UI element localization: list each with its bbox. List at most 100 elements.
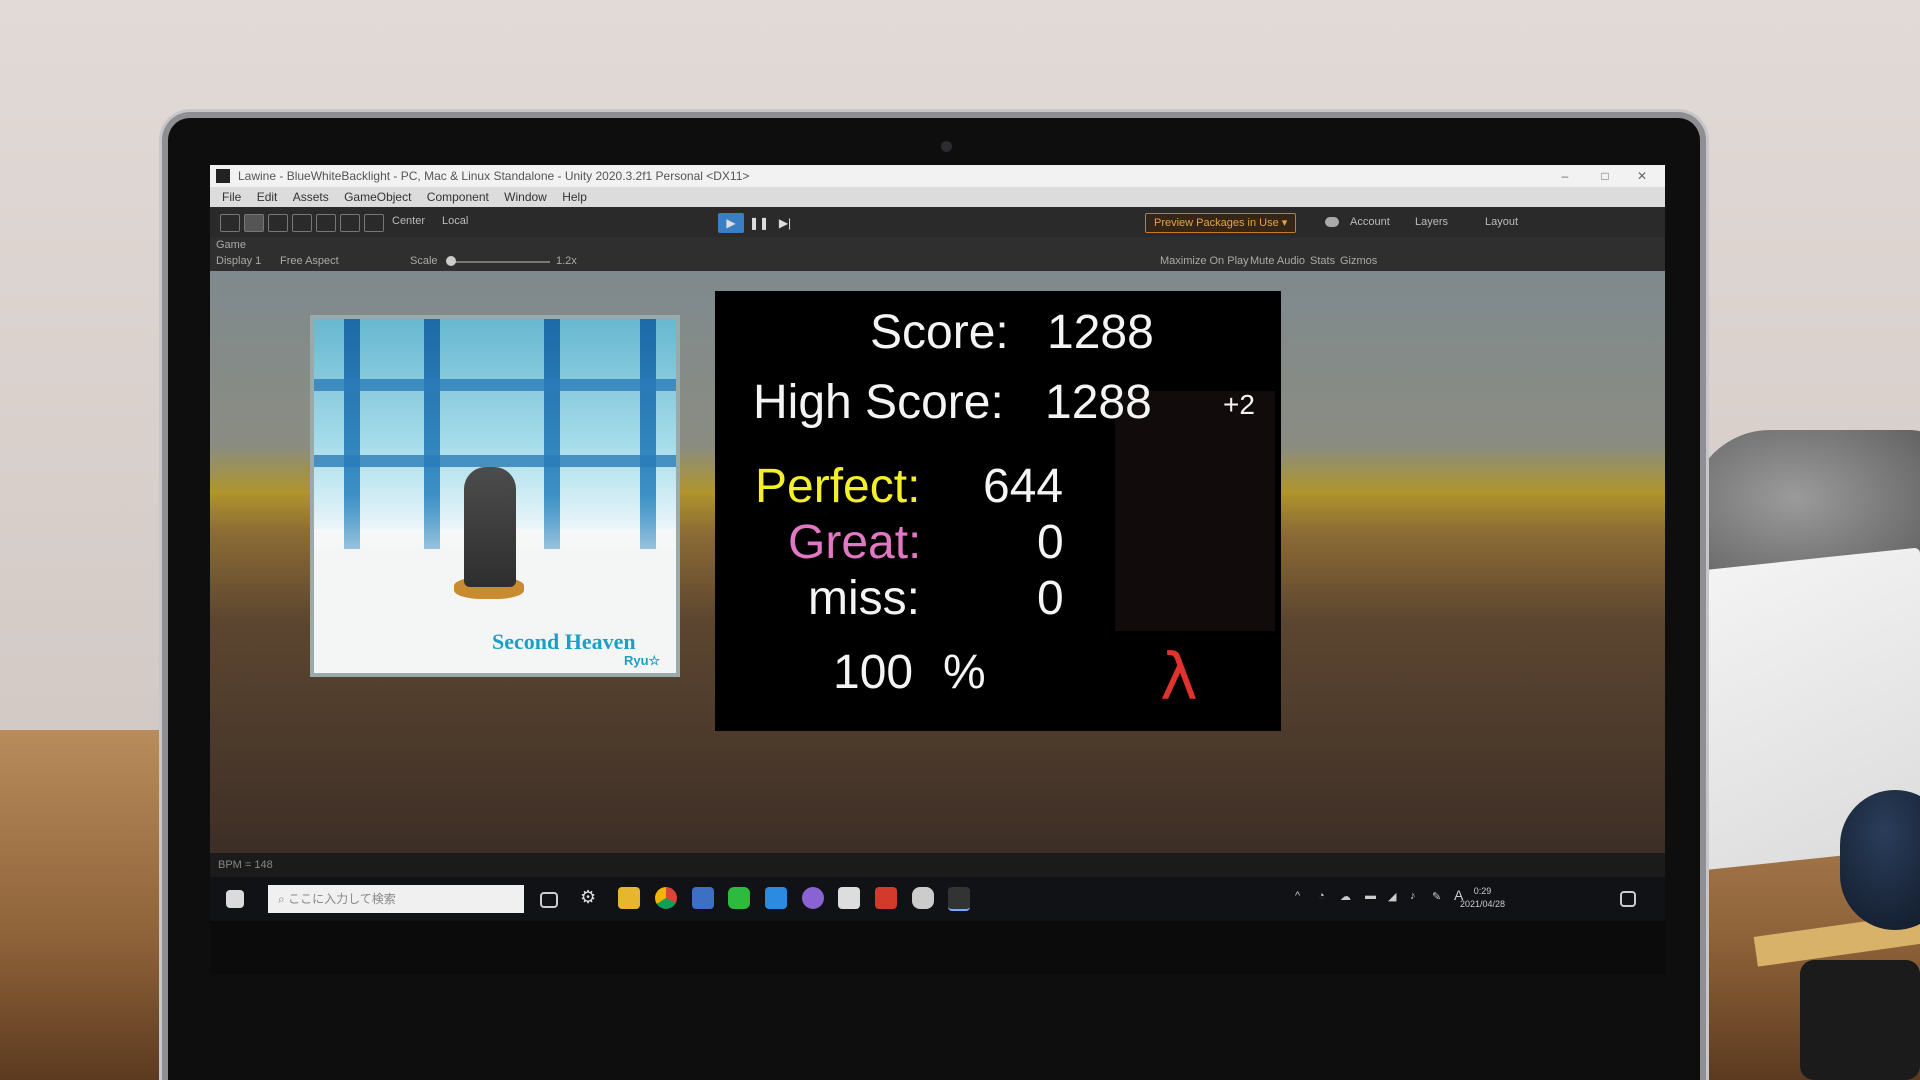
file-explorer-icon[interactable] bbox=[618, 887, 640, 909]
move-tool-icon[interactable] bbox=[244, 214, 264, 232]
unity-editor-icon[interactable] bbox=[948, 887, 970, 911]
great-label: Great: bbox=[788, 516, 922, 569]
cover-title: Second Heaven bbox=[492, 629, 636, 654]
tray-chevron-icon[interactable]: ^ bbox=[1295, 890, 1300, 902]
hand-tool-icon[interactable] bbox=[220, 214, 240, 232]
great-count: 0 bbox=[1037, 516, 1064, 569]
console-status-bar: BPM = 148 bbox=[210, 853, 1665, 877]
tray-network-icon[interactable]: ◔ bbox=[1318, 890, 1325, 902]
windows-taskbar: ⌕ ここに入力して検索 ⚙ ^ ◔ ☁ ▬ ◢ ♪ ✎ A 0:29 2021/… bbox=[210, 877, 1665, 921]
tray-wifi-icon[interactable]: ◢ bbox=[1388, 890, 1396, 903]
menu-file[interactable]: File bbox=[222, 190, 241, 204]
tray-folder-icon[interactable]: ▬ bbox=[1365, 890, 1376, 902]
rotate-tool-icon[interactable] bbox=[268, 214, 288, 232]
preview-packages-button[interactable]: Preview Packages in Use ▾ bbox=[1145, 213, 1297, 233]
display-dropdown[interactable]: Display 1 bbox=[216, 255, 261, 267]
task-view-icon[interactable] bbox=[540, 892, 558, 908]
scale-slider-knob[interactable] bbox=[446, 256, 456, 266]
maximize-on-play-toggle[interactable]: Maximize On Play bbox=[1160, 255, 1249, 267]
notification-icon[interactable] bbox=[1620, 891, 1636, 907]
scale-tool-icon[interactable] bbox=[292, 214, 312, 232]
cloud-icon[interactable] bbox=[1325, 217, 1339, 227]
minimize-icon[interactable]: – bbox=[1545, 165, 1585, 187]
pause-button[interactable]: ❚❚ bbox=[746, 213, 772, 233]
miss-count: 0 bbox=[1037, 572, 1064, 625]
aspect-dropdown[interactable]: Free Aspect bbox=[280, 255, 339, 267]
accuracy-value: 100 bbox=[833, 646, 914, 699]
line-icon[interactable] bbox=[728, 887, 750, 909]
tray-volume-icon[interactable]: ♪ bbox=[1410, 890, 1416, 902]
webcam bbox=[941, 141, 952, 152]
unity-hub-icon[interactable] bbox=[838, 887, 860, 909]
perfect-count: 644 bbox=[983, 460, 1064, 513]
unity-logo-icon bbox=[216, 169, 230, 183]
cover-artist: Ryu☆ bbox=[624, 653, 661, 668]
windows-start-icon[interactable] bbox=[226, 890, 244, 908]
mouse bbox=[1840, 790, 1920, 930]
vscode-icon[interactable] bbox=[765, 887, 787, 909]
stats-toggle[interactable]: Stats bbox=[1310, 255, 1335, 267]
menu-help[interactable]: Help bbox=[562, 190, 587, 204]
photos-icon[interactable] bbox=[692, 887, 714, 909]
score-value: 1288 bbox=[1047, 306, 1154, 359]
search-icon: ⌕ bbox=[278, 892, 285, 906]
laptop-screen: Lawine - BlueWhiteBacklight - PC, Mac & … bbox=[210, 165, 1665, 975]
cover-seated-figure bbox=[464, 467, 516, 587]
window-titlebar: Lawine - BlueWhiteBacklight - PC, Mac & … bbox=[210, 165, 1665, 187]
window-title: Lawine - BlueWhiteBacklight - PC, Mac & … bbox=[238, 169, 750, 183]
play-button[interactable]: ▶ bbox=[718, 213, 744, 233]
screen-bottom-bezel bbox=[210, 921, 1665, 975]
game-tab[interactable]: Game bbox=[216, 239, 246, 251]
rect-tool-icon[interactable] bbox=[316, 214, 336, 232]
unity-toolbar: Center Local ▶ ❚❚ ▶| Preview Packages in… bbox=[210, 207, 1665, 237]
menu-bar: File Edit Assets GameObject Component Wi… bbox=[210, 187, 1665, 207]
search-placeholder: ここに入力して検索 bbox=[288, 892, 396, 906]
taskbar-clock[interactable]: 0:29 2021/04/28 bbox=[1460, 885, 1505, 911]
maximize-icon[interactable]: □ bbox=[1585, 165, 1625, 187]
results-panel: Score: 1288 High Score: 1288 +2 Perfect:… bbox=[715, 291, 1281, 731]
custom-tool-icon[interactable] bbox=[364, 214, 384, 232]
menu-edit[interactable]: Edit bbox=[257, 190, 278, 204]
scale-label: Scale bbox=[410, 255, 438, 267]
gizmos-toggle[interactable]: Gizmos bbox=[1340, 255, 1377, 267]
perfect-label: Perfect: bbox=[755, 460, 921, 513]
device-pad bbox=[1800, 960, 1920, 1080]
miss-label: miss: bbox=[808, 572, 920, 625]
close-icon[interactable]: ✕ bbox=[1622, 165, 1662, 187]
tray-pen-icon[interactable]: ✎ bbox=[1432, 890, 1441, 903]
cover-window-bar bbox=[314, 379, 676, 391]
step-button[interactable]: ▶| bbox=[772, 213, 798, 233]
scale-value: 1.2x bbox=[556, 255, 577, 267]
layout-dropdown[interactable]: Layout bbox=[1485, 214, 1518, 230]
high-score-diff: +2 bbox=[1223, 389, 1255, 420]
scale-slider-track[interactable] bbox=[450, 261, 550, 263]
accuracy-percent: % bbox=[943, 646, 986, 699]
album-cover: Second Heaven Ryu☆ bbox=[310, 315, 680, 677]
clock-time: 0:29 bbox=[1473, 886, 1492, 896]
tray-cloud-icon[interactable]: ☁ bbox=[1340, 890, 1351, 903]
status-text: BPM = 148 bbox=[218, 859, 273, 871]
menu-gameobject[interactable]: GameObject bbox=[344, 190, 411, 204]
high-score-value: 1288 bbox=[1045, 376, 1152, 429]
menu-window[interactable]: Window bbox=[504, 190, 547, 204]
pivot-center-toggle[interactable]: Center bbox=[392, 215, 425, 227]
score-label: Score: bbox=[870, 306, 1009, 359]
menu-assets[interactable]: Assets bbox=[293, 190, 329, 204]
layers-dropdown[interactable]: Layers bbox=[1415, 214, 1448, 230]
clock-date: 2021/04/28 bbox=[1460, 899, 1506, 909]
taskbar-search-input[interactable]: ⌕ ここに入力して検索 bbox=[268, 885, 524, 913]
transform-tool-icon[interactable] bbox=[340, 214, 360, 232]
grade-lambda-icon: λ bbox=[1160, 641, 1198, 715]
game-view-header: Game Display 1 Free Aspect Scale 1.2x Ma… bbox=[210, 237, 1665, 271]
game-viewport: Second Heaven Ryu☆ Score: 1288 High Scor… bbox=[210, 271, 1665, 853]
github-desktop-icon[interactable] bbox=[802, 887, 824, 909]
cloud-app-icon[interactable] bbox=[912, 887, 934, 909]
chrome-icon[interactable] bbox=[655, 887, 677, 909]
menu-component[interactable]: Component bbox=[427, 190, 489, 204]
settings-icon[interactable]: ⚙ bbox=[580, 887, 602, 909]
pivot-local-toggle[interactable]: Local bbox=[442, 215, 468, 227]
security-app-icon[interactable] bbox=[875, 887, 897, 909]
account-dropdown[interactable]: Account bbox=[1350, 214, 1390, 230]
high-score-label: High Score: bbox=[753, 376, 1004, 429]
mute-audio-toggle[interactable]: Mute Audio bbox=[1250, 255, 1305, 267]
